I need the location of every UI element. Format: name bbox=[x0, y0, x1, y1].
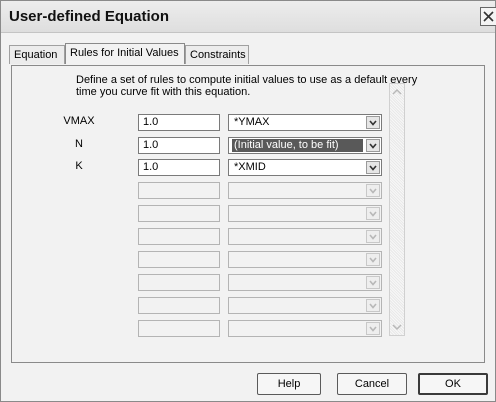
dropdown-button[interactable] bbox=[366, 161, 380, 174]
window-title: User-defined Equation bbox=[9, 8, 170, 25]
scroll-down-arrow-icon bbox=[392, 324, 402, 331]
chevron-down-icon bbox=[369, 280, 377, 286]
title-bar: User-defined Equation bbox=[1, 1, 496, 33]
dropdown-button bbox=[366, 207, 380, 220]
param-label-vmax: VMAX bbox=[63, 115, 95, 127]
description-text: Define a set of rules to compute initial… bbox=[76, 74, 418, 98]
rule-dropdown-empty bbox=[228, 297, 382, 314]
rule-dropdown-n[interactable]: (Initial value, to be fit) bbox=[228, 137, 382, 154]
value-field-k[interactable]: 1.0 bbox=[138, 159, 220, 176]
value-field-empty bbox=[138, 297, 220, 314]
chevron-down-icon bbox=[369, 326, 377, 332]
param-label-n: N bbox=[75, 138, 83, 150]
chevron-down-icon bbox=[369, 143, 377, 149]
rules-tab-panel: Define a set of rules to compute initial… bbox=[11, 65, 485, 363]
help-button[interactable]: Help bbox=[257, 373, 321, 395]
dropdown-button bbox=[366, 253, 380, 266]
tab-constraints[interactable]: Constraints bbox=[185, 45, 249, 64]
tab-label: Equation bbox=[14, 49, 58, 61]
close-icon bbox=[483, 11, 494, 22]
value-field-empty bbox=[138, 205, 220, 222]
rule-dropdown-empty bbox=[228, 320, 382, 337]
value-field-vmax[interactable]: 1.0 bbox=[138, 114, 220, 131]
scroll-down-button[interactable] bbox=[391, 321, 403, 333]
dropdown-button bbox=[366, 322, 380, 335]
rule-dropdown-empty bbox=[228, 228, 382, 245]
scroll-up-button[interactable] bbox=[391, 86, 403, 98]
user-defined-equation-dialog: User-defined Equation Equation Rules for… bbox=[0, 0, 496, 402]
dropdown-button bbox=[366, 276, 380, 289]
rule-dropdown-empty bbox=[228, 251, 382, 268]
value-field-empty bbox=[138, 274, 220, 291]
chevron-down-icon bbox=[369, 257, 377, 263]
value-field-empty bbox=[138, 228, 220, 245]
dropdown-button bbox=[366, 230, 380, 243]
dropdown-button[interactable] bbox=[366, 116, 380, 129]
chevron-down-icon bbox=[369, 234, 377, 240]
rule-dropdown-empty bbox=[228, 274, 382, 291]
cancel-button[interactable]: Cancel bbox=[337, 373, 407, 395]
rule-dropdown-vmax[interactable]: *YMAX bbox=[228, 114, 382, 131]
rule-dropdown-k[interactable]: *XMID bbox=[228, 159, 382, 176]
tab-label: Rules for Initial Values bbox=[70, 47, 179, 59]
chevron-down-icon bbox=[369, 165, 377, 171]
param-label-k: K bbox=[75, 160, 83, 172]
dropdown-button bbox=[366, 184, 380, 197]
chevron-down-icon bbox=[369, 211, 377, 217]
ok-button[interactable]: OK bbox=[418, 373, 488, 395]
close-button[interactable] bbox=[480, 7, 496, 26]
rule-dropdown-empty bbox=[228, 182, 382, 199]
rule-dropdown-empty bbox=[228, 205, 382, 222]
chevron-down-icon bbox=[369, 303, 377, 309]
chevron-down-icon bbox=[369, 188, 377, 194]
value-field-empty bbox=[138, 320, 220, 337]
tab-equation[interactable]: Equation bbox=[9, 45, 65, 64]
tab-rules-for-initial-values[interactable]: Rules for Initial Values bbox=[65, 43, 185, 64]
tab-label: Constraints bbox=[190, 49, 246, 61]
value-field-n[interactable]: 1.0 bbox=[138, 137, 220, 154]
rule-dropdown-value: *XMID bbox=[234, 161, 266, 173]
scroll-up-arrow-icon bbox=[392, 88, 402, 95]
rule-dropdown-value: *YMAX bbox=[234, 116, 270, 128]
rules-scrollbar[interactable] bbox=[389, 83, 405, 336]
rule-dropdown-value: (Initial value, to be fit) bbox=[232, 139, 363, 152]
dropdown-button[interactable] bbox=[366, 139, 380, 152]
dropdown-button bbox=[366, 299, 380, 312]
chevron-down-icon bbox=[369, 120, 377, 126]
value-field-empty bbox=[138, 182, 220, 199]
value-field-empty bbox=[138, 251, 220, 268]
